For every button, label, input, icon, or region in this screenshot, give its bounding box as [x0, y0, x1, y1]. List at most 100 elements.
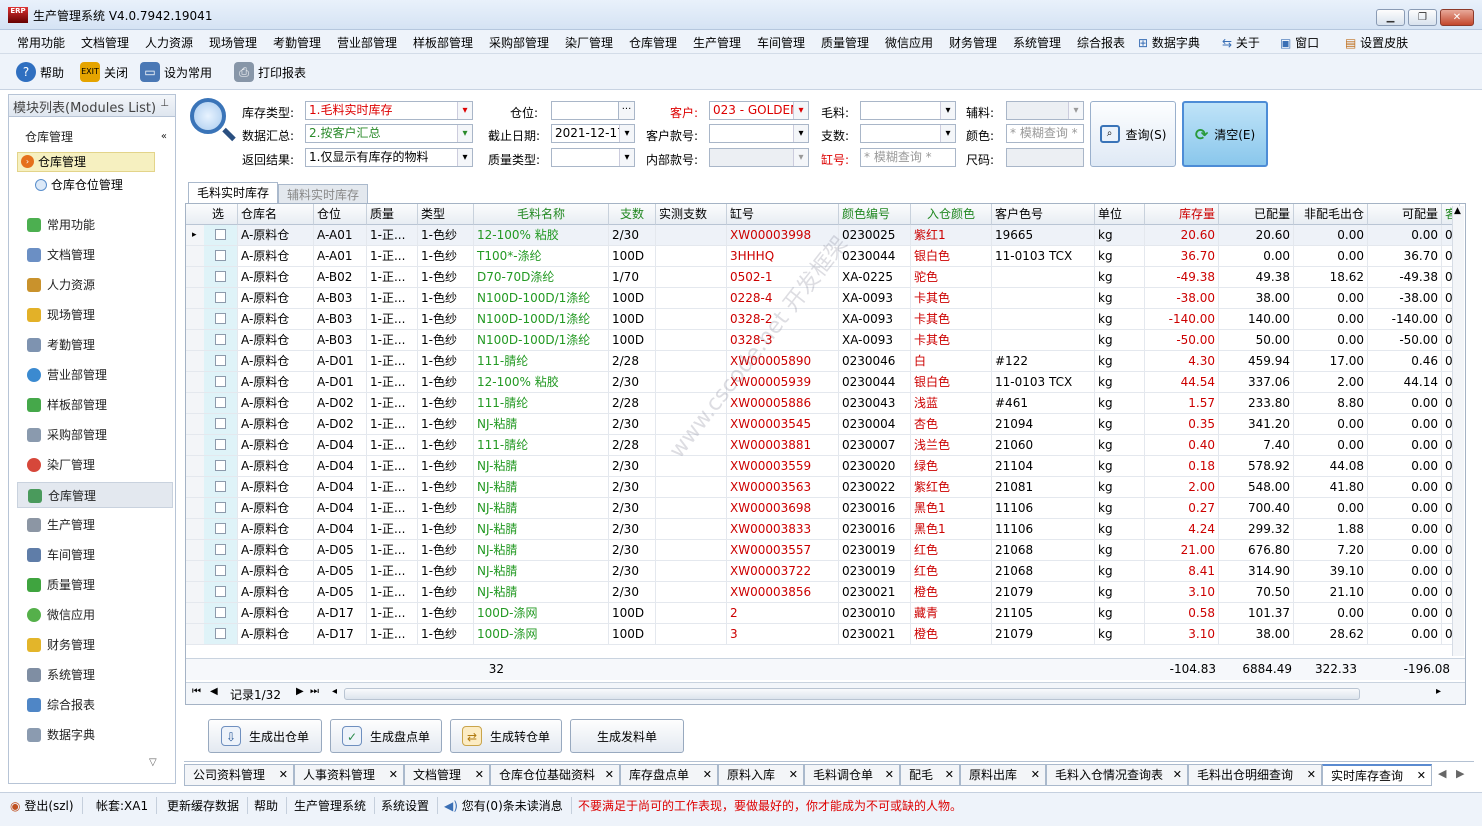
close-icon[interactable]: ✕: [945, 765, 954, 785]
close-button[interactable]: EXIT 关闭: [80, 61, 128, 83]
menu-hr[interactable]: 人力资源: [145, 34, 193, 51]
table-cell[interactable]: [186, 414, 238, 435]
clear-button[interactable]: ⟳ 清空(E): [1182, 101, 1268, 167]
ellipsis-button[interactable]: ···: [618, 101, 635, 120]
column-header[interactable]: 客户色号: [992, 204, 1095, 225]
table-row[interactable]: A-原料仓 A-B03 1-正... 1-色纱 N100D-100D/1涤纶 100D 02…: [186, 288, 1460, 309]
nav-quality[interactable]: 质量管理: [17, 572, 173, 598]
row-checkbox[interactable]: [215, 607, 226, 618]
table-cell[interactable]: [186, 246, 238, 267]
table-row[interactable]: A-原料仓 A-D05 1-正... 1-色纱 NJ-粘腈 2/30 XW00003722 0…: [186, 561, 1460, 582]
table-cell[interactable]: [186, 330, 238, 351]
nav-attendance[interactable]: 考勤管理: [17, 332, 173, 358]
menu-about[interactable]: ⇆ 关于: [1222, 34, 1260, 51]
nav-production[interactable]: 生产管理: [17, 512, 173, 538]
size-input[interactable]: [1006, 148, 1084, 167]
row-checkbox[interactable]: [215, 355, 226, 366]
close-icon[interactable]: ✕: [1417, 766, 1426, 786]
column-header[interactable]: 毛料名称: [474, 204, 609, 225]
doctab-yarn-transfer[interactable]: 毛料调仓单 ✕: [804, 764, 900, 786]
row-checkbox[interactable]: [215, 229, 226, 240]
table-row[interactable]: A-原料仓 A-D04 1-正... 1-色纱 NJ-粘腈 2/30 XW00003563 0…: [186, 477, 1460, 498]
generate-outbound-button[interactable]: ⇩ 生成出仓单: [208, 719, 322, 753]
set-common-button[interactable]: ▭ 设为常用: [140, 61, 212, 83]
column-header[interactable]: 质量: [367, 204, 418, 225]
menu-wechat[interactable]: 微信应用: [885, 34, 933, 51]
result-select[interactable]: 1.仅显示有库存的物料: [305, 148, 473, 167]
close-icon[interactable]: ✕: [389, 765, 398, 785]
close-icon[interactable]: ✕: [1307, 765, 1316, 785]
table-row[interactable]: A-原料仓 A-D05 1-正... 1-色纱 NJ-粘腈 2/30 XW00003557 0…: [186, 540, 1460, 561]
row-checkbox[interactable]: [215, 439, 226, 450]
table-row[interactable]: A-原料仓 A-D04 1-正... 1-色纱 NJ-粘腈 2/30 XW00003698 0…: [186, 498, 1460, 519]
pin-icon[interactable]: ⊥: [160, 98, 169, 109]
close-icon[interactable]: ✕: [475, 765, 484, 785]
doctab-company[interactable]: 公司资料管理 ✕: [184, 764, 294, 786]
settings-status[interactable]: 系统设置: [381, 797, 439, 814]
doctab-outbound-detail[interactable]: 毛料出仓明细查询 ✕: [1188, 764, 1322, 786]
table-cell[interactable]: [186, 624, 238, 645]
column-header[interactable]: 非配毛出仓: [1294, 204, 1368, 225]
close-window-button[interactable]: ✕: [1440, 9, 1474, 26]
generate-issue-button[interactable]: 生成发料单: [570, 719, 684, 753]
table-row[interactable]: A-原料仓 A-B03 1-正... 1-色纱 N100D-100D/1涤纶 100D 03…: [186, 309, 1460, 330]
table-cell[interactable]: [186, 561, 238, 582]
row-checkbox[interactable]: [215, 397, 226, 408]
menu-workshop[interactable]: 车间管理: [757, 34, 805, 51]
scroll-down-icon[interactable]: ▽: [149, 757, 157, 768]
aux-select[interactable]: [1006, 101, 1084, 120]
refresh-cache-status[interactable]: 更新缓存数据: [167, 797, 249, 814]
horizontal-scrollbar[interactable]: [344, 688, 1360, 700]
nav-system[interactable]: 系统管理: [17, 662, 173, 688]
scroll-right-icon[interactable]: ▸: [1436, 686, 1441, 697]
table-row[interactable]: A-原料仓 A-D17 1-正... 1-色纱 100D-涤网 100D 2 0230010 藏…: [186, 603, 1460, 624]
close-icon[interactable]: ✕: [789, 765, 798, 785]
restore-button[interactable]: ❐: [1408, 9, 1437, 26]
row-checkbox[interactable]: [215, 628, 226, 639]
quality-select[interactable]: [551, 148, 635, 167]
row-checkbox[interactable]: [215, 313, 226, 324]
table-row[interactable]: A-原料仓 A-D04 1-正... 1-色纱 NJ-粘腈 2/30 XW00003833 0…: [186, 519, 1460, 540]
scroll-left-icon[interactable]: ◂: [332, 686, 337, 697]
stock-type-select[interactable]: 1.毛料实时库存: [305, 101, 473, 120]
row-checkbox[interactable]: [215, 544, 226, 555]
doctab-location-base[interactable]: 仓库仓位基础资料 ✕: [490, 764, 620, 786]
nav-dictionary[interactable]: 数据字典: [17, 722, 173, 748]
row-checkbox[interactable]: [215, 586, 226, 597]
nav-docs[interactable]: 文档管理: [17, 242, 173, 268]
row-checkbox[interactable]: [215, 334, 226, 345]
menu-dyeing[interactable]: 染厂管理: [565, 34, 613, 51]
column-header[interactable]: 支数: [609, 204, 656, 225]
next-record-icon[interactable]: ▶: [296, 686, 304, 697]
table-cell[interactable]: [186, 435, 238, 456]
nav-finance[interactable]: 财务管理: [17, 632, 173, 658]
sidebar-subitem-location[interactable]: 仓库仓位管理: [35, 175, 123, 195]
table-cell[interactable]: [186, 540, 238, 561]
close-icon[interactable]: ✕: [885, 765, 894, 785]
nav-reports[interactable]: 综合报表: [17, 692, 173, 718]
nav-wechat[interactable]: 微信应用: [17, 602, 173, 628]
table-cell[interactable]: ▸: [186, 225, 238, 246]
close-icon[interactable]: ✕: [605, 765, 614, 785]
first-record-icon[interactable]: ⏮: [192, 686, 201, 697]
column-header[interactable]: 可配量: [1368, 204, 1442, 225]
close-icon[interactable]: ✕: [1031, 765, 1040, 785]
menu-sample[interactable]: 样板部管理: [413, 34, 473, 51]
minimize-button[interactable]: ▁: [1376, 9, 1405, 26]
menu-quality[interactable]: 质量管理: [821, 34, 869, 51]
doctab-stock-count[interactable]: 库存盘点单 ✕: [620, 764, 718, 786]
doctab-raw-out[interactable]: 原料出库 ✕: [960, 764, 1046, 786]
row-checkbox[interactable]: [215, 376, 226, 387]
nav-sales[interactable]: 营业部管理: [17, 362, 173, 388]
table-cell[interactable]: [186, 456, 238, 477]
close-icon[interactable]: ✕: [279, 765, 288, 785]
doctab-personnel[interactable]: 人事资料管理 ✕: [294, 764, 404, 786]
table-row[interactable]: A-原料仓 A-D02 1-正... 1-色纱 NJ-粘腈 2/30 XW00003545 0…: [186, 414, 1460, 435]
menu-site[interactable]: 现场管理: [209, 34, 257, 51]
row-checkbox[interactable]: [215, 271, 226, 282]
vertical-scrollbar[interactable]: ▲: [1452, 206, 1464, 656]
column-header[interactable]: 入仓颜色: [911, 204, 992, 225]
table-row[interactable]: A-原料仓 A-D04 1-正... 1-色纱 NJ-粘腈 2/30 XW00003559 0…: [186, 456, 1460, 477]
help-status[interactable]: 帮助: [254, 797, 288, 814]
row-checkbox[interactable]: [215, 565, 226, 576]
